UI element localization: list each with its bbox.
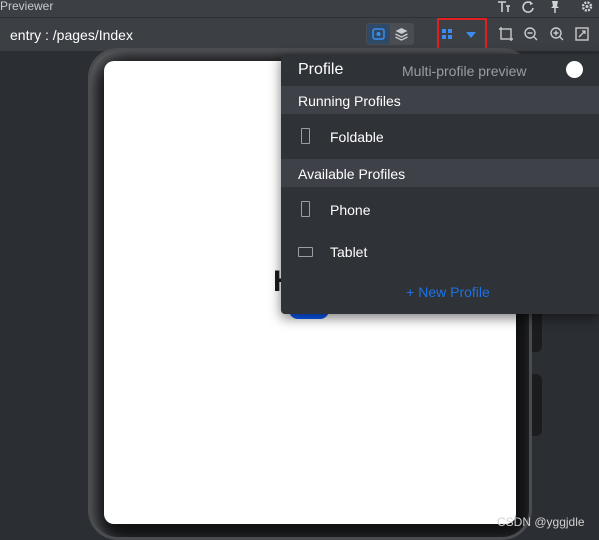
- available-profiles-header: Available Profiles: [281, 159, 599, 187]
- running-profiles-header: Running Profiles: [281, 86, 599, 114]
- gear-icon[interactable]: [580, 0, 594, 14]
- profile-label: Tablet: [330, 244, 368, 260]
- zoom-out-icon[interactable]: [520, 24, 542, 44]
- refresh-icon[interactable]: [521, 0, 535, 14]
- device-side-button: [532, 374, 542, 436]
- profile-label: Phone: [330, 202, 371, 218]
- component-preview-button[interactable]: [367, 24, 390, 44]
- foldable-device-icon: [301, 128, 310, 144]
- fit-screen-icon[interactable]: [571, 24, 593, 44]
- page-path: entry : /pages/Index: [10, 27, 133, 43]
- window-titlebar: Previewer: [0, 0, 599, 17]
- layers-icon[interactable]: [390, 24, 413, 44]
- section-label: Running Profiles: [298, 93, 401, 109]
- toggle-knob: [566, 61, 583, 78]
- text-size-icon[interactable]: [497, 0, 511, 14]
- new-profile-link[interactable]: + New Profile: [281, 284, 599, 300]
- profile-item-tablet[interactable]: Tablet: [281, 234, 599, 270]
- zoom-in-icon[interactable]: [546, 24, 568, 44]
- popup-title: Profile: [298, 61, 344, 78]
- pin-icon[interactable]: [548, 0, 562, 14]
- multi-profile-toggle[interactable]: [557, 61, 591, 78]
- profile-item-foldable[interactable]: Foldable: [281, 119, 599, 155]
- window-title: Previewer: [0, 0, 54, 13]
- watermark: CSDN @yggjdle: [497, 515, 585, 529]
- profile-label: Foldable: [330, 129, 384, 145]
- view-mode-segment: [366, 23, 414, 45]
- multi-profile-label: Multi-profile preview: [402, 63, 527, 79]
- section-label: Available Profiles: [298, 166, 406, 182]
- profile-item-phone[interactable]: Phone: [281, 192, 599, 228]
- crop-icon[interactable]: [495, 24, 517, 44]
- profile-popup: Profile Multi-profile preview Running Pr…: [281, 54, 599, 314]
- previewer-toolbar: entry : /pages/Index: [0, 17, 599, 51]
- phone-device-icon: [301, 201, 310, 217]
- tablet-device-icon: [298, 247, 313, 257]
